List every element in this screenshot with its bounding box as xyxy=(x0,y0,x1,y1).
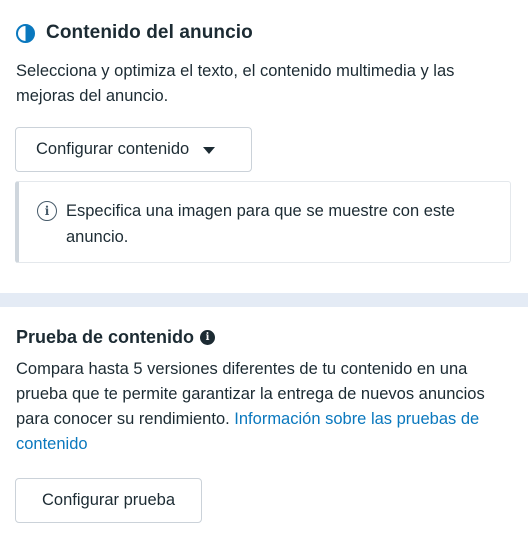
content-test-description: Compara hasta 5 versiones diferentes de … xyxy=(16,357,516,457)
configure-content-label: Configurar contenido xyxy=(36,140,190,158)
info-filled-icon[interactable]: i xyxy=(200,330,216,345)
notice-text: Especifica una imagen para que se muestr… xyxy=(66,202,455,246)
caret-down-icon xyxy=(203,147,216,154)
ad-content-description: Selecciona y optimiza el texto, el conte… xyxy=(16,62,455,105)
half-circle-icon xyxy=(16,23,35,43)
content-test-title: Prueba de contenido xyxy=(16,327,195,347)
configure-test-button[interactable]: Configurar prueba xyxy=(15,478,202,523)
info-icon: i xyxy=(37,201,57,221)
content-test-card: Prueba de contenido i Compara hasta 5 ve… xyxy=(0,307,528,541)
section-divider xyxy=(0,293,528,307)
content-test-header: Prueba de contenido i xyxy=(16,327,216,348)
ad-content-card: Contenido del anuncio Selecciona y optim… xyxy=(0,0,528,293)
ad-content-title: Contenido del anuncio xyxy=(46,22,253,43)
configure-content-button[interactable]: Configurar contenido xyxy=(15,127,252,172)
ad-content-header: Contenido del anuncio xyxy=(16,22,253,44)
image-required-notice: i Especifica una imagen para que se mues… xyxy=(15,181,511,263)
